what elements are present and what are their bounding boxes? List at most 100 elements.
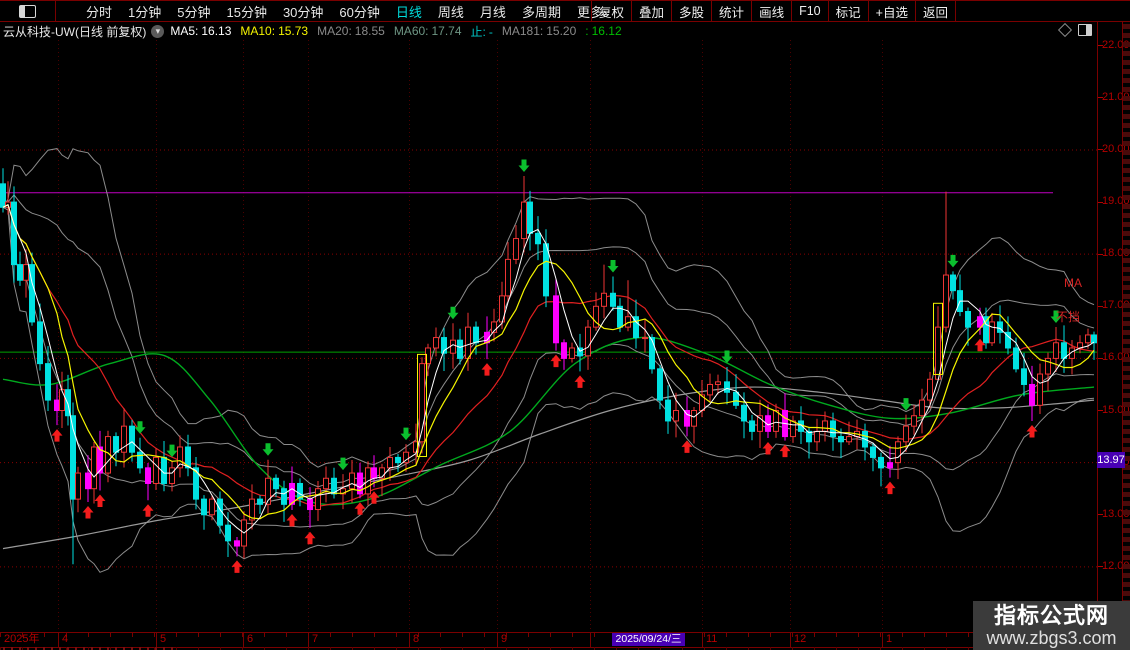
candle-body [202, 499, 207, 515]
candle-body [990, 322, 995, 343]
candle-body [458, 340, 463, 358]
month-label: 2025年 [4, 633, 39, 646]
tab-fenshi[interactable]: 分时 [86, 2, 112, 21]
candle-body [904, 426, 909, 442]
candle-body [602, 293, 607, 306]
tab-60min[interactable]: 60分钟 [339, 2, 379, 21]
tab-monthly[interactable]: 月线 [480, 2, 506, 21]
buy-arrow-icon [575, 375, 586, 388]
buy-arrow-icon [780, 445, 791, 458]
button-overlay[interactable]: 叠加 [631, 1, 671, 21]
tab-daily[interactable]: 日线 [396, 2, 422, 21]
month-divider [702, 633, 703, 647]
candle-body [879, 457, 884, 467]
candle-body [55, 400, 60, 410]
tab-1min[interactable]: 1分钟 [128, 2, 161, 21]
candle-body [282, 489, 287, 505]
candle-body [871, 447, 876, 457]
period-tabs: 分时 1分钟 5分钟 15分钟 30分钟 60分钟 日线 周线 月线 多周期 更… [86, 2, 607, 21]
candle-body [1030, 384, 1035, 405]
date-axis: 2025年45678911121 [0, 632, 1130, 648]
candle-body [951, 275, 956, 291]
button-mark[interactable]: 标记 [828, 1, 868, 21]
candle-body [451, 340, 456, 353]
candle-body [1, 184, 6, 207]
button-add-watchlist[interactable]: +自选 [868, 1, 915, 21]
buy-arrow-icon [482, 363, 493, 376]
tab-weekly[interactable]: 周线 [438, 2, 464, 21]
candle-body [618, 306, 623, 327]
candle-body [38, 322, 43, 364]
candle-body [506, 259, 511, 295]
month-label: 5 [160, 633, 166, 646]
buy-arrow-icon [52, 429, 63, 442]
month-divider [409, 633, 410, 647]
candle-body [570, 348, 575, 358]
sidebar-toggle-icon[interactable] [1078, 24, 1092, 36]
candle-body [154, 457, 159, 483]
watermark-url: www.zbgs3.com [986, 628, 1116, 648]
diamond-icon[interactable] [1058, 23, 1072, 37]
candle-body [308, 499, 313, 509]
month-label: 12 [794, 633, 806, 646]
candle-body [839, 437, 844, 442]
sell-arrow-icon [263, 443, 274, 456]
candle-body [170, 468, 175, 484]
cursor-date-badge: 2025/09/24/三 [612, 633, 685, 646]
candle-body [586, 327, 591, 356]
month-label: 7 [312, 633, 318, 646]
chevron-down-icon[interactable]: ▾ [151, 25, 164, 38]
candle-body [12, 202, 17, 265]
button-fuquan[interactable]: 复权 [591, 1, 631, 21]
tab-multiperiod[interactable]: 多周期 [522, 2, 561, 21]
buy-arrow-icon [95, 494, 106, 507]
button-back[interactable]: 返回 [915, 1, 956, 21]
toolbar: 分时 1分钟 5分钟 15分钟 30分钟 60分钟 日线 周线 月线 多周期 更… [0, 0, 1130, 22]
candle-body [944, 275, 949, 327]
candle-body [750, 421, 755, 431]
last-price-readout: :16.12 [585, 24, 621, 38]
tab-5min[interactable]: 5分钟 [177, 2, 210, 21]
ma60-readout: MA60:17.74 [394, 24, 462, 38]
tab-30min[interactable]: 30分钟 [283, 2, 323, 21]
candle-body [920, 400, 925, 416]
tab-15min[interactable]: 15分钟 [226, 2, 266, 21]
clipped-right-panel [1122, 0, 1130, 650]
candle-body [46, 364, 51, 400]
candle-body [210, 499, 215, 515]
sell-arrow-icon [901, 398, 912, 411]
candle-body [92, 447, 97, 489]
candle-body [674, 411, 679, 421]
sell-arrow-icon [608, 260, 619, 273]
candle-body [514, 239, 519, 260]
watermark: 指标公式网 www.zbgs3.com [973, 601, 1130, 650]
window-layout-button[interactable] [0, 1, 56, 21]
candle-body [466, 327, 471, 358]
chart-plot[interactable] [0, 0, 1130, 650]
candle-body [388, 457, 393, 467]
ma10-readout: MA10:15.73 [240, 24, 308, 38]
candle-body [24, 265, 29, 281]
candle-body [847, 437, 852, 442]
buy-arrow-icon [143, 504, 154, 516]
candle-body [1062, 343, 1067, 359]
month-divider [497, 633, 498, 647]
button-multistock[interactable]: 多股 [671, 1, 711, 21]
button-drawline[interactable]: 画线 [751, 1, 791, 21]
month-divider [590, 633, 591, 647]
sell-arrow-icon [948, 255, 959, 268]
candle-body [434, 338, 439, 348]
stock-title: 云从科技-UW(日线 前复权) [3, 23, 146, 40]
candle-body [896, 442, 901, 463]
candle-body [562, 343, 567, 359]
candle-body [650, 338, 655, 369]
candle-body [1092, 335, 1097, 343]
month-label: 4 [62, 633, 68, 646]
month-label: 1 [886, 633, 892, 646]
buy-arrow-icon [551, 355, 562, 368]
button-f10[interactable]: F10 [791, 1, 828, 21]
month-label: 8 [413, 633, 419, 646]
button-statistics[interactable]: 统计 [711, 1, 751, 21]
candle-body [86, 473, 91, 489]
month-divider [882, 633, 883, 647]
